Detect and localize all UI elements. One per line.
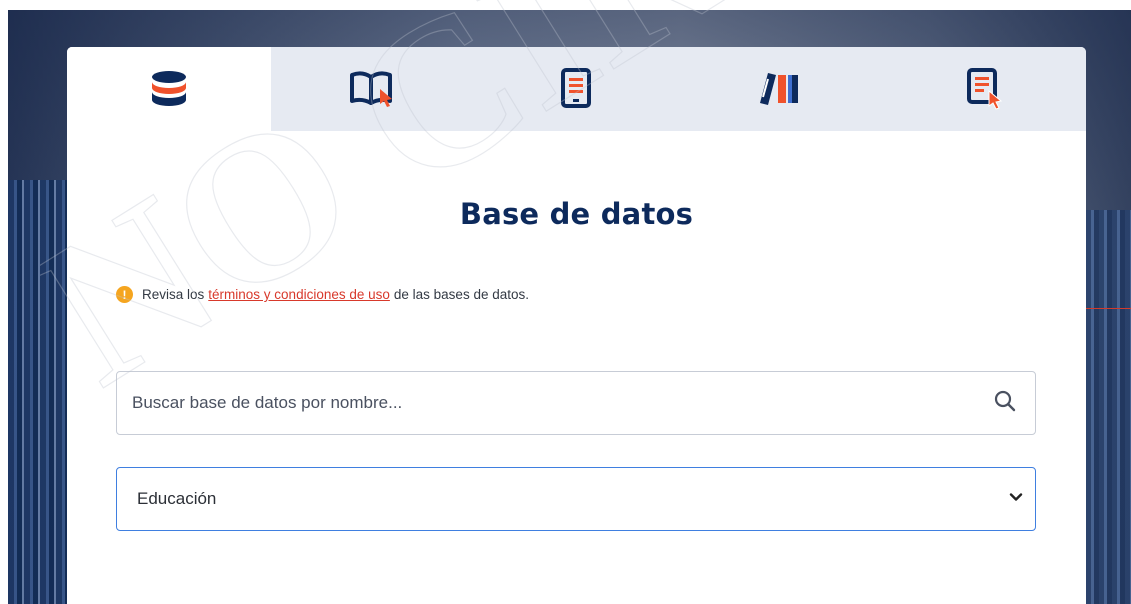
search-button[interactable]: [975, 372, 1035, 434]
tab-databases[interactable]: [67, 47, 271, 131]
decorative-line: [1086, 308, 1131, 309]
bookshelf-right: [1086, 210, 1131, 604]
tab-articles[interactable]: [882, 47, 1086, 131]
search-icon: [993, 389, 1017, 418]
search-box: [116, 371, 1036, 435]
bookshelf-left: [8, 180, 68, 604]
terms-notice: ! Revisa los términos y condiciones de u…: [116, 286, 529, 303]
resource-tabs: [67, 47, 1086, 131]
database-icon: [147, 67, 191, 111]
chevron-down-icon: [1009, 489, 1023, 509]
category-selected-value: Educación: [137, 489, 217, 508]
tab-books[interactable]: [271, 47, 475, 131]
ebook-reader-icon: [558, 67, 594, 111]
books-icon: [754, 67, 806, 111]
open-book-icon: [348, 67, 398, 111]
terms-link[interactable]: términos y condiciones de uso: [208, 287, 390, 302]
warning-icon: !: [116, 286, 133, 303]
content-card: Base de datos ! Revisa los términos y co…: [67, 47, 1086, 604]
document-pointer-icon: [962, 67, 1006, 111]
page-title: Base de datos: [459, 197, 694, 231]
category-select[interactable]: Educación: [116, 467, 1036, 531]
notice-suffix: de las bases de datos.: [393, 287, 529, 302]
tab-collections[interactable]: [678, 47, 882, 131]
notice-prefix: Revisa los: [142, 287, 205, 302]
tab-ebooks[interactable]: [475, 47, 679, 131]
search-input[interactable]: [117, 372, 975, 434]
